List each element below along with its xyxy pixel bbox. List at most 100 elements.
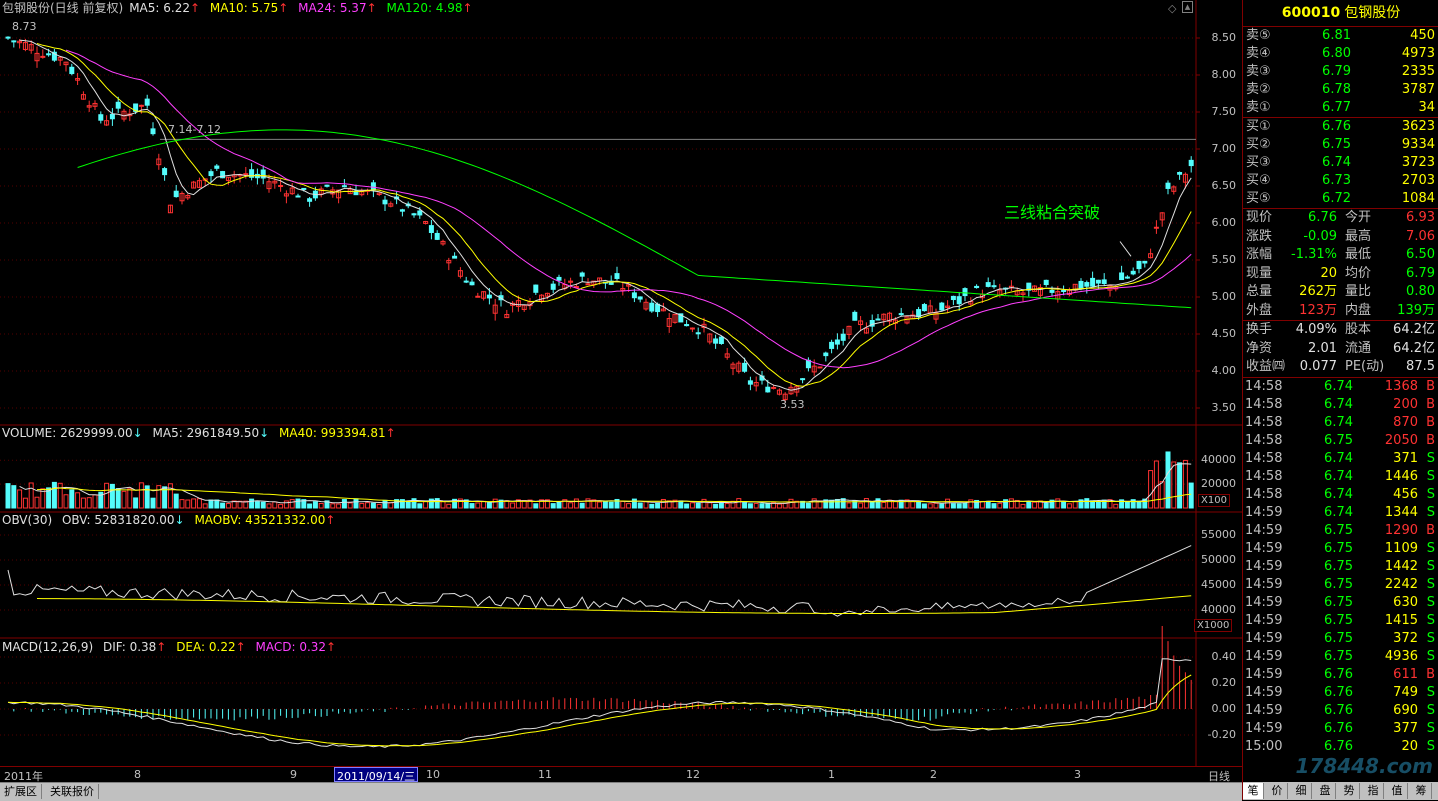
candle-body	[1165, 182, 1171, 189]
volume-bar	[1095, 501, 1101, 509]
buy-level-row[interactable]: 买① 6.76 3623	[1243, 118, 1438, 136]
tick-volume: 456	[1393, 486, 1418, 502]
sell-level-row[interactable]: 卖② 6.78 3787	[1243, 81, 1438, 99]
candle-body	[1090, 277, 1096, 287]
stat-value: 87.5	[1406, 359, 1435, 374]
tick-time: 14:59	[1245, 504, 1283, 520]
candle-body	[463, 280, 469, 283]
stat-value: 0.80	[1406, 284, 1435, 299]
volume-bar	[1061, 501, 1067, 509]
dea-value: DEA: 0.22	[176, 640, 236, 654]
volume-bar	[138, 482, 144, 509]
candle-body	[486, 294, 492, 299]
bottom-tab-bar: 扩展区 关联报价	[0, 782, 1242, 801]
quote-tab[interactable]: 细	[1291, 783, 1312, 799]
candle-body	[834, 339, 840, 345]
scroll-up-icon[interactable]: ▴	[1182, 1, 1193, 13]
stat-row: 现价 6.76 今开 6.93	[1243, 209, 1438, 228]
candle-body	[1061, 289, 1067, 292]
candle-body	[823, 352, 829, 357]
volume-bar	[550, 503, 556, 509]
candle-body	[411, 213, 417, 216]
tick-volume: 4936	[1384, 648, 1418, 664]
stat-value: 6.76	[1308, 210, 1337, 225]
buy-level-row[interactable]: 买③ 6.74 3723	[1243, 154, 1438, 172]
volume-bar	[208, 499, 214, 509]
diamond-icon[interactable]: ◇	[1168, 2, 1176, 15]
tick-list[interactable]: 14:58 6.74 1368 B 14:58 6.74 200 B 14:58 6.74 870 B…	[1243, 378, 1438, 756]
volume-bar	[881, 501, 887, 509]
ma24-value: MA24: 5.37	[298, 1, 367, 15]
tick-flag: B	[1426, 666, 1435, 682]
kline-chart-area[interactable]: 包钢股份(日线 前复权) MA5: 6.22↑ MA10: 5.75↑ MA24:…	[0, 0, 1242, 783]
date-label: 8	[134, 768, 141, 781]
volume-bar	[312, 501, 318, 509]
dea-line	[7, 674, 1192, 747]
buy-level-price: 6.73	[1322, 173, 1351, 188]
volume-bar	[330, 503, 336, 509]
tab-extension-area[interactable]: 扩展区	[0, 784, 42, 799]
tick-volume: 1368	[1384, 378, 1418, 394]
candle-body	[98, 114, 104, 121]
quote-tab[interactable]: 筹	[1411, 783, 1432, 799]
candle-body	[875, 318, 881, 321]
stat-row: 涨跌 -0.09 最高 7.06	[1243, 228, 1438, 247]
volume-bar	[707, 502, 713, 509]
quote-tab[interactable]: 笔	[1243, 783, 1264, 799]
sell-level-row[interactable]: 卖① 6.77 34	[1243, 99, 1438, 117]
tick-volume: 200	[1393, 396, 1418, 412]
candle-body	[556, 276, 562, 281]
volume-bar	[51, 481, 57, 509]
buy-level-label: 买①	[1246, 119, 1271, 134]
sell-level-row[interactable]: 卖⑤ 6.81 450	[1243, 27, 1438, 45]
candle-body	[1130, 270, 1136, 275]
ma10-value: MA10: 5.75	[209, 1, 279, 15]
volume-bar	[191, 498, 197, 509]
sell-level-row[interactable]: 卖③ 6.79 2335	[1243, 63, 1438, 81]
candle-body	[1078, 280, 1084, 290]
volume-bar	[736, 498, 742, 509]
volume-bar	[863, 498, 869, 509]
quote-tab[interactable]: 值	[1387, 783, 1408, 799]
volume-bar	[417, 503, 423, 509]
candle-body	[550, 283, 556, 290]
volume-bar	[475, 502, 481, 509]
candle-body	[829, 341, 835, 349]
buy-level-row[interactable]: 买② 6.75 9334	[1243, 136, 1438, 154]
date-label: 10	[426, 768, 440, 781]
quote-tab[interactable]: 盘	[1315, 783, 1336, 799]
volume-bar	[962, 502, 968, 509]
volume-bar	[695, 502, 701, 509]
buy-level-row[interactable]: 买⑤ 6.72 1084	[1243, 190, 1438, 208]
quote-tab[interactable]: 价	[1267, 783, 1288, 799]
sell-level-volume: 3787	[1401, 82, 1435, 97]
buy-level-price: 6.72	[1322, 191, 1351, 206]
buy-level-price: 6.74	[1322, 155, 1351, 170]
stat-label: 净资	[1246, 340, 1273, 356]
volume-bar	[80, 497, 86, 509]
volume-bar	[382, 499, 388, 509]
volume-bar	[92, 494, 98, 509]
high-price-value: 8.73	[12, 20, 37, 33]
tick-row: 15:00 6.76 20 S	[1243, 738, 1438, 756]
tick-price: 6.74	[1324, 486, 1353, 502]
quote-tab[interactable]: 指	[1363, 783, 1384, 799]
volume-bar	[57, 482, 63, 509]
sell-level-row[interactable]: 卖④ 6.80 4973	[1243, 45, 1438, 63]
range-price-value: 7.14-7.12	[168, 123, 221, 136]
tick-time: 14:58	[1245, 414, 1283, 430]
volume-bar	[341, 499, 347, 509]
candle-body	[713, 338, 719, 344]
tick-price: 6.75	[1324, 432, 1353, 448]
volume-bar	[359, 503, 365, 509]
buy-level-row[interactable]: 买④ 6.73 2703	[1243, 172, 1438, 190]
quote-tab[interactable]: 势	[1339, 783, 1360, 799]
volume-bar	[347, 502, 353, 509]
volume-bar	[22, 497, 28, 509]
chart-canvas[interactable]	[0, 0, 1242, 782]
tick-row: 14:59 6.75 630 S	[1243, 594, 1438, 612]
tick-price: 6.74	[1324, 504, 1353, 520]
price-axis-label: 8.50	[1211, 31, 1237, 44]
tab-related-quotes[interactable]: 关联报价	[46, 784, 99, 799]
date-label: 3	[1074, 768, 1081, 781]
